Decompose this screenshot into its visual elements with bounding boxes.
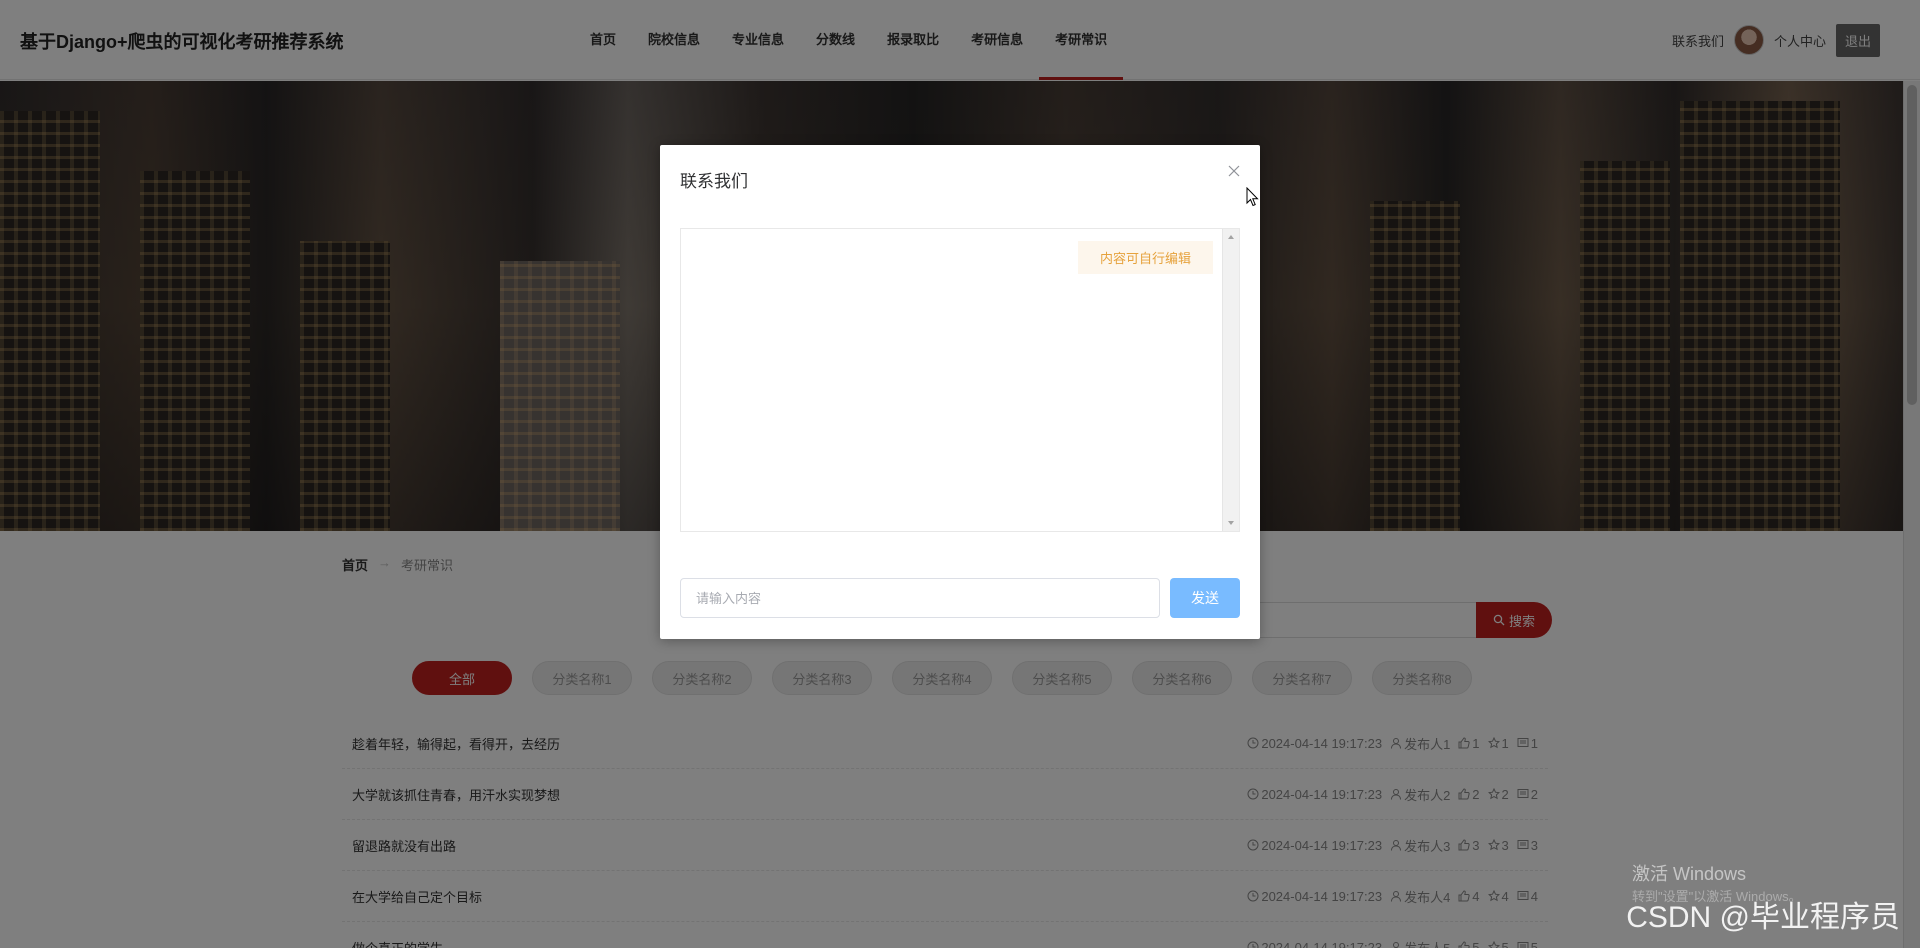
- csdn-watermark: CSDN @毕业程序员: [1626, 901, 1900, 934]
- mouse-cursor-icon: [1246, 187, 1259, 207]
- scroll-down-arrow-icon[interactable]: [1228, 521, 1234, 525]
- chat-message: 内容可自行编辑: [1077, 241, 1213, 274]
- chat-scrollbar[interactable]: [1222, 229, 1239, 531]
- windows-activation-watermark: 激活 Windows: [1632, 864, 1747, 884]
- message-input[interactable]: [680, 578, 1160, 618]
- dialog-title: 联系我们: [680, 172, 748, 191]
- close-icon[interactable]: [1226, 163, 1242, 179]
- scroll-up-arrow-icon[interactable]: [1228, 235, 1234, 239]
- chat-message-area[interactable]: 内容可自行编辑: [680, 228, 1240, 532]
- send-button[interactable]: 发送: [1170, 578, 1240, 618]
- contact-dialog: 联系我们 内容可自行编辑 发送: [660, 145, 1260, 639]
